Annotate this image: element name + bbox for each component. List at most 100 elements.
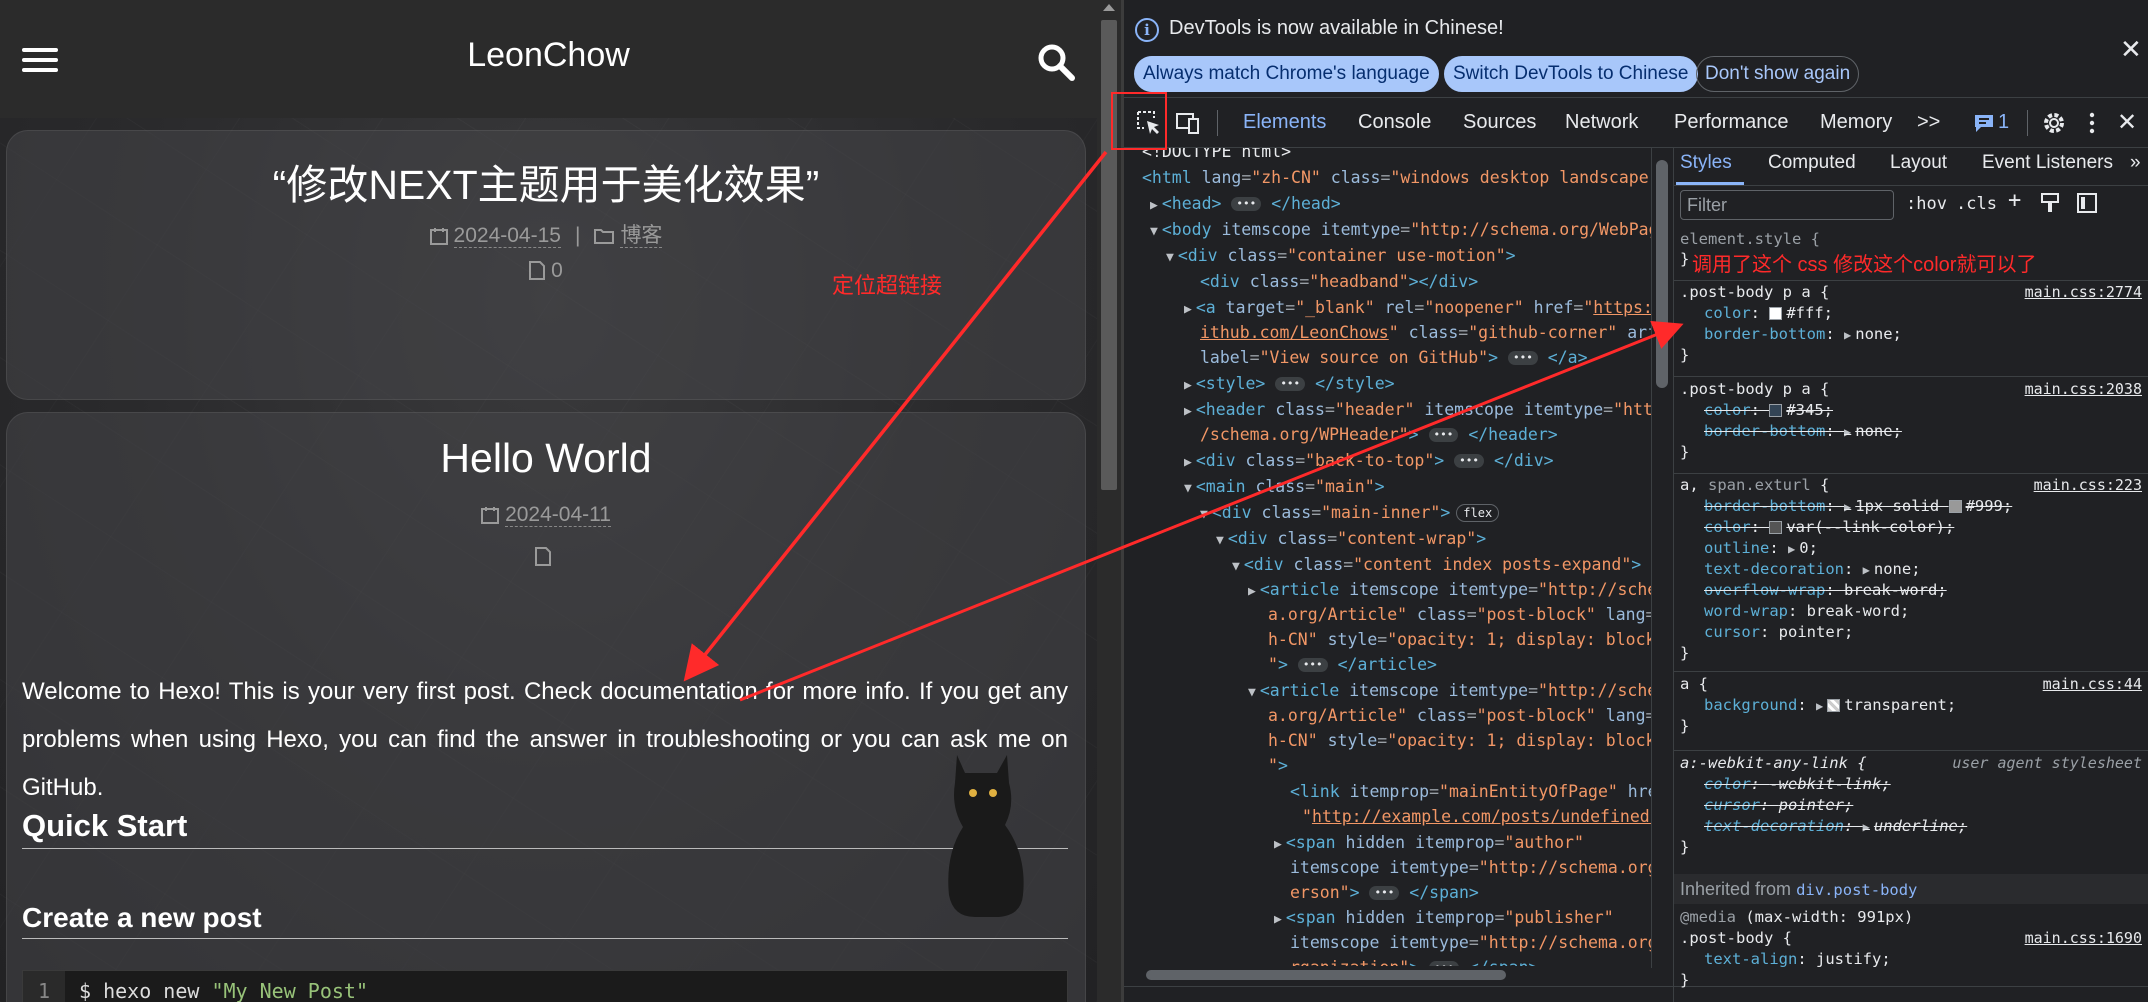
devtools-tabbar: Elements Console Sources Network Perform… bbox=[1124, 98, 2148, 148]
tab-performance[interactable]: Performance bbox=[1674, 111, 1789, 134]
post-title-2[interactable]: Hello World bbox=[7, 435, 1085, 482]
paint-brush-icon[interactable] bbox=[2040, 192, 2060, 214]
dom-node-github-corner-cont: ithub.com/LeonChows" class="github-corne… bbox=[1200, 323, 1651, 342]
tab-computed[interactable]: Computed bbox=[1768, 152, 1856, 174]
source-link[interactable]: main.css:1690 bbox=[2025, 929, 2142, 947]
dont-show-again-button[interactable]: Don't show again bbox=[1696, 56, 1860, 92]
issues-count[interactable]: 1 bbox=[1998, 111, 2009, 134]
dom-node-head[interactable]: ▶ <head> ••• </head> bbox=[1150, 194, 1341, 213]
dom-node-header[interactable]: ▶ <header class="header" itemscope itemty… bbox=[1184, 400, 1651, 419]
cat-mascot-icon bbox=[948, 755, 1024, 917]
inherited-selector-link[interactable]: div.post-body bbox=[1796, 881, 1917, 899]
dom-node-article-1-cont2: h-CN" style="opacity: 1; display: block; bbox=[1268, 630, 1651, 649]
switch-to-chinese-button[interactable]: Switch DevTools to Chinese bbox=[1444, 56, 1698, 92]
source-link[interactable]: main.css:2774 bbox=[2025, 283, 2142, 301]
scrollbar-thumb[interactable] bbox=[1101, 20, 1117, 490]
post-category-1[interactable]: 博客 bbox=[620, 224, 663, 248]
dom-node-back-to-top[interactable]: ▶ <div class="back-to-top"> ••• </div> bbox=[1184, 451, 1554, 470]
rule-a[interactable]: a { main.css:44 background: ▶ transparent… bbox=[1680, 675, 2142, 745]
dom-node-article-2-cont3: "> bbox=[1268, 756, 1288, 775]
code-block: 1 $ hexo new "My New Post" bbox=[22, 970, 1068, 1002]
tab-event-listeners[interactable]: Event Listeners bbox=[1982, 152, 2113, 174]
dom-node-span-publisher[interactable]: ▶ <span hidden itemprop="publisher" bbox=[1274, 908, 1614, 927]
dom-node-article-1[interactable]: ▶ <article itemscope itemtype="http://sch… bbox=[1248, 580, 1651, 599]
always-match-language-button[interactable]: Always match Chrome's language bbox=[1134, 56, 1439, 92]
devtools-panel: i DevTools is now available in Chinese! … bbox=[1124, 0, 2148, 1002]
info-icon: i bbox=[1135, 18, 1159, 42]
page-scrollbar[interactable] bbox=[1097, 0, 1121, 1002]
add-rule-icon[interactable]: + bbox=[2008, 188, 2021, 213]
more-panels-icon[interactable]: » bbox=[2130, 152, 2141, 174]
selector-element-style: element.style { bbox=[1680, 230, 1820, 248]
dom-node-body[interactable]: ▼ <body itemscope itemtype="http://schema… bbox=[1150, 220, 1651, 239]
styles-filter-input[interactable] bbox=[1680, 190, 1894, 220]
dom-node-content-index[interactable]: ▼ <div class="content index posts-expand"… bbox=[1232, 555, 1641, 574]
dom-node-html[interactable]: <html lang="zh-CN" class="windows deskto… bbox=[1142, 168, 1651, 187]
dom-node-style[interactable]: ▶ <style> ••• </style> bbox=[1184, 374, 1395, 393]
more-tabs-icon[interactable]: >> bbox=[1917, 111, 1940, 134]
dom-node-link[interactable]: <link itemprop="mainEntityOfPage" href= bbox=[1290, 782, 1651, 801]
dom-node-content-wrap[interactable]: ▼ <div class="content-wrap"> bbox=[1216, 529, 1486, 548]
infobar-message: DevTools is now available in Chinese! bbox=[1169, 17, 1504, 39]
hover-state-toggle[interactable]: :hov bbox=[1906, 194, 1947, 214]
rule-user-agent-any-link[interactable]: a:-webkit-any-link { user agent styleshe… bbox=[1680, 754, 2142, 864]
scrollbar-thumb[interactable] bbox=[1656, 160, 1668, 388]
dom-node-header-cont: /schema.org/WPHeader"> ••• </header> bbox=[1200, 425, 1558, 444]
elements-tree: <!DOCTYPE html> <html lang="zh-CN" class… bbox=[1124, 148, 1651, 968]
dom-node-article-2-cont: a.org/Article" class="post-block" lang="… bbox=[1268, 706, 1651, 725]
user-agent-stylesheet-label: user agent stylesheet bbox=[1952, 754, 2142, 772]
rule-divider bbox=[1674, 376, 2148, 377]
dom-node-headband[interactable]: <div class="headband"></div> bbox=[1200, 272, 1478, 291]
tab-elements[interactable]: Elements bbox=[1243, 111, 1326, 134]
dom-node-container[interactable]: ▼ <div class="container use-motion"> bbox=[1166, 246, 1516, 265]
language-infobar: i DevTools is now available in Chinese! … bbox=[1124, 0, 2148, 98]
gear-icon[interactable] bbox=[2041, 110, 2067, 136]
tab-memory[interactable]: Memory bbox=[1820, 111, 1892, 134]
dom-node-main-inner[interactable]: ▼ <div class="main-inner"> flex bbox=[1200, 503, 1500, 522]
close-devtools-icon[interactable]: ✕ bbox=[2117, 108, 2137, 137]
dom-node-span-author-cont2: erson"> ••• </span> bbox=[1290, 883, 1479, 902]
post-meta-1: 2024-04-15 | 博客 bbox=[7, 219, 1085, 249]
class-toggle[interactable]: .cls bbox=[1956, 194, 1997, 214]
source-link[interactable]: main.css:44 bbox=[2043, 675, 2142, 693]
tab-console[interactable]: Console bbox=[1358, 111, 1431, 134]
code-string: "My New Post" bbox=[211, 979, 368, 1002]
dom-node-article-2[interactable]: ▼ <article itemscope itemtype="http://sch… bbox=[1248, 681, 1651, 700]
tab-layout[interactable]: Layout bbox=[1890, 152, 1947, 174]
device-toolbar-icon[interactable] bbox=[1175, 110, 1201, 136]
rule-divider bbox=[1674, 750, 2148, 751]
issues-icon[interactable] bbox=[1973, 112, 1995, 134]
tab-styles[interactable]: Styles bbox=[1680, 152, 1732, 174]
elements-horizontal-scrollbar[interactable] bbox=[1124, 966, 1651, 984]
dom-node-main[interactable]: ▼ <main class="main"> bbox=[1184, 477, 1385, 496]
styles-tabbar: Styles Computed Layout Event Listeners » bbox=[1674, 148, 2148, 186]
dom-node-github-corner-cont2: label="View source on GitHub"> ••• </a> bbox=[1200, 348, 1588, 367]
folder-icon bbox=[594, 229, 615, 244]
blog-page: LeonChow “修改NEXT主题用于美化效果” 2024-04-15 | 博客 … bbox=[0, 0, 1097, 1002]
dom-node-span-author[interactable]: ▶ <span hidden itemprop="author" bbox=[1274, 833, 1584, 852]
toolbar-divider bbox=[1217, 110, 1218, 136]
rule-post-body-media[interactable]: @media (max-width: 991px) .post-body { m… bbox=[1680, 908, 2142, 998]
rule-a-span-exturl[interactable]: a, span.exturl { main.css:223 border-bot… bbox=[1680, 476, 2142, 666]
site-title[interactable]: LeonChow bbox=[0, 36, 1097, 75]
more-options-icon[interactable] bbox=[2079, 110, 2105, 136]
tab-network[interactable]: Network bbox=[1565, 111, 1638, 134]
color-swatch-white[interactable] bbox=[1769, 307, 1783, 320]
elements-vertical-scrollbar[interactable] bbox=[1651, 148, 1671, 968]
post-card-1: “修改NEXT主题用于美化效果” 2024-04-15 | 博客 0 bbox=[6, 130, 1086, 400]
rule-post-body-p-a-2774[interactable]: .post-body p a { main.css:2774 color: #f… bbox=[1680, 283, 2142, 373]
scroll-up-arrow-icon[interactable] bbox=[1103, 4, 1115, 11]
scrollbar-thumb[interactable] bbox=[1146, 970, 1506, 980]
rule-post-body-p-a-2038[interactable]: .post-body p a { main.css:2038 color: #3… bbox=[1680, 380, 2142, 470]
source-link[interactable]: main.css:223 bbox=[2034, 476, 2142, 494]
word-count-icon bbox=[535, 547, 551, 566]
sidebar-toggle-icon[interactable] bbox=[2076, 192, 2098, 214]
close-icon[interactable]: ✕ bbox=[2120, 36, 2142, 62]
source-link[interactable]: main.css:2038 bbox=[2025, 380, 2142, 398]
post-title-1[interactable]: “修改NEXT主题用于美化效果” bbox=[7, 151, 1085, 211]
tab-sources[interactable]: Sources bbox=[1463, 111, 1536, 134]
dom-node-span-author-cont: itemscope itemtype="http://schema.org/P bbox=[1290, 858, 1651, 877]
search-icon[interactable] bbox=[1036, 42, 1076, 82]
dom-node-github-corner[interactable]: ▶ <a target="_blank" rel="noopener" href=… bbox=[1184, 298, 1651, 317]
word-count-value: 0 bbox=[551, 259, 563, 282]
